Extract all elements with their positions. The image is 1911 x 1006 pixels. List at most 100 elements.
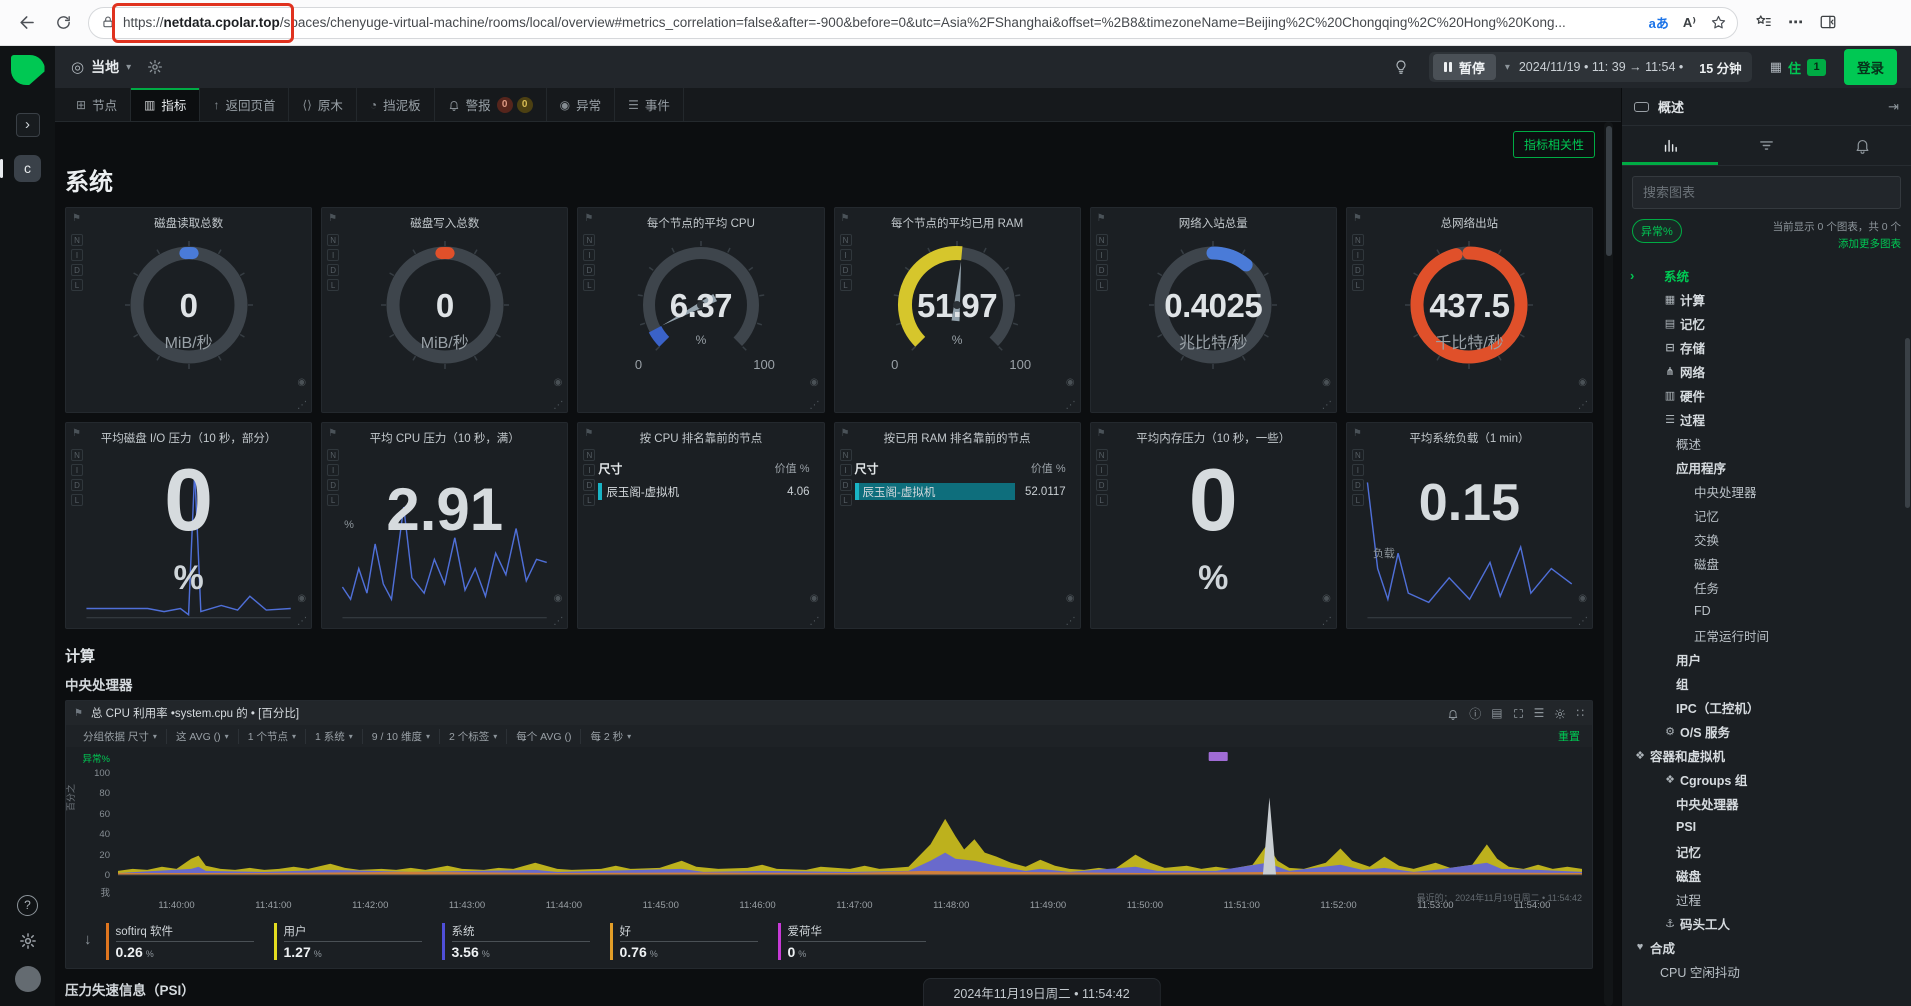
sidebar-tab-charts[interactable] bbox=[1622, 126, 1718, 165]
sidebar-collapse-icon[interactable]: ⇥ bbox=[1888, 99, 1899, 115]
card-resize-handle[interactable]: ⋰ bbox=[1322, 400, 1332, 411]
sidebar-tree-item[interactable]: 中央处理器 bbox=[1622, 791, 1911, 815]
gauge-body[interactable]: 51.97%0100 bbox=[835, 233, 1080, 391]
toolbar-chip-4[interactable]: 1 系统▾ bbox=[305, 729, 362, 744]
card-resize-handle[interactable]: ⋰ bbox=[810, 400, 820, 411]
toolbar-chip-7[interactable]: 每个 AVG () bbox=[506, 729, 580, 744]
sidebar-tree-item[interactable]: ▦计算 bbox=[1622, 287, 1911, 311]
gauge-body[interactable]: 6.37%0100 bbox=[578, 233, 823, 391]
tab-1[interactable]: ⊞节点 bbox=[63, 88, 131, 121]
gauge-body[interactable]: 0.4025兆比特/秒 bbox=[1091, 233, 1336, 391]
anomaly-marker[interactable] bbox=[1209, 752, 1228, 761]
pause-button[interactable]: 暂停 bbox=[1433, 54, 1496, 80]
sidebar-panel-icon[interactable] bbox=[1819, 13, 1837, 31]
chart-info-icon[interactable]: ⓘ bbox=[1469, 705, 1481, 722]
sidebar-tree-item[interactable]: ❖容器和虚拟机 bbox=[1622, 743, 1911, 767]
sidebar-tree-item[interactable]: ♥合成 bbox=[1622, 935, 1911, 959]
chart-data-icon[interactable]: ▤ bbox=[1491, 706, 1502, 720]
sidebar-tree-item[interactable]: PSI bbox=[1622, 815, 1911, 839]
toolbar-chip-8[interactable]: 每 2 秒▾ bbox=[580, 729, 640, 744]
cpu-area-chart[interactable] bbox=[118, 749, 1582, 899]
tab-7[interactable]: ◉异常 bbox=[547, 88, 616, 121]
toolbar-chip-5[interactable]: 9 / 10 维度▾ bbox=[362, 729, 439, 744]
read-aloud-icon[interactable]: A⁾ bbox=[1683, 15, 1696, 31]
card-resize-handle[interactable]: ⋰ bbox=[1066, 400, 1076, 411]
anomaly-filter-chip[interactable]: 异常% bbox=[1632, 219, 1682, 243]
sidebar-scrollbar-thumb[interactable] bbox=[1905, 338, 1910, 508]
toolbar-chip-1[interactable]: 分组依据 尺寸▾ bbox=[74, 729, 166, 744]
sidebar-tree-item[interactable]: ⋔网络 bbox=[1622, 359, 1911, 383]
sidebar-tree-item[interactable]: ☰过程 bbox=[1622, 407, 1911, 431]
legend-sort-arrow-icon[interactable]: ↓ bbox=[84, 931, 92, 948]
tab-3[interactable]: ↑返回页首 bbox=[200, 88, 289, 121]
metrics-correlation-button[interactable]: 指标相关性 bbox=[1513, 131, 1595, 158]
favorite-star-icon[interactable] bbox=[1710, 14, 1727, 32]
chart-search-input[interactable] bbox=[1632, 176, 1901, 209]
address-bar[interactable]: https://netdata.cpolar.top/spaces/chenyu… bbox=[88, 7, 1738, 39]
sidebar-tree-item[interactable]: ⚓码头工人 bbox=[1622, 911, 1911, 935]
user-avatar[interactable] bbox=[15, 966, 41, 992]
settings-gear-icon[interactable] bbox=[19, 932, 37, 950]
workspace-badge[interactable]: c bbox=[14, 155, 41, 182]
add-more-charts-link[interactable]: 添加更多图表 bbox=[1773, 236, 1901, 251]
live-nodes-indicator[interactable]: ▦ 住 1 bbox=[1770, 58, 1826, 77]
sidebar-tree-item[interactable]: 中央处理器 bbox=[1622, 479, 1911, 503]
card-resize-handle[interactable]: ⋰ bbox=[1578, 400, 1588, 411]
sidebar-tree-item[interactable]: FD bbox=[1622, 599, 1911, 623]
tab-2[interactable]: ▥指标 bbox=[131, 88, 200, 121]
chart-type-icon[interactable]: ☰ bbox=[1534, 706, 1545, 720]
sidebar-tree-item[interactable]: 概述 bbox=[1622, 431, 1911, 455]
sidebar-tree-item[interactable]: ❖Cgroups 组 bbox=[1622, 767, 1911, 791]
card-resize-handle[interactable]: ⋰ bbox=[553, 400, 563, 411]
toolbar-chip-3[interactable]: 1 个节点▾ bbox=[238, 729, 305, 744]
card-resize-handle[interactable]: ⋰ bbox=[297, 400, 307, 411]
legend-item[interactable]: 好0.76% bbox=[610, 923, 758, 960]
sidebar-tree-item[interactable]: 应用程序 bbox=[1622, 455, 1911, 479]
sidebar-tab-alerts[interactable] bbox=[1815, 126, 1911, 165]
tab-5[interactable]: ◔挡泥板 bbox=[357, 88, 435, 121]
sidebar-tree-item[interactable]: CPU 空闲抖动 bbox=[1622, 959, 1911, 983]
time-range-picker[interactable]: 暂停 ▾ 2024/11/19 • 11: 39 → 11:54 • 15 分钟 bbox=[1429, 52, 1751, 82]
translate-icon[interactable]: aあ bbox=[1649, 13, 1669, 32]
chart-settings-gear-icon[interactable] bbox=[1554, 706, 1566, 720]
rail-expand-button[interactable]: › bbox=[16, 113, 40, 137]
main-scrollbar-thumb[interactable] bbox=[1606, 126, 1612, 256]
tab-6[interactable]: 警报00 bbox=[435, 88, 547, 121]
news-bulb-icon[interactable] bbox=[1393, 58, 1409, 76]
sidebar-tree-item[interactable]: ▤记忆 bbox=[1622, 311, 1911, 335]
room-settings-gear-icon[interactable] bbox=[147, 58, 163, 76]
card-resize-handle[interactable]: ⋰ bbox=[1322, 616, 1332, 627]
gauge-body[interactable]: 0MiB/秒 bbox=[66, 233, 311, 391]
refresh-icon[interactable] bbox=[55, 14, 72, 32]
sidebar-tree-item[interactable]: ⚙O/S 服务 bbox=[1622, 719, 1911, 743]
sidebar-tree-item[interactable]: 磁盘 bbox=[1622, 551, 1911, 575]
chart-plot-area[interactable] bbox=[118, 749, 1582, 899]
legend-item[interactable]: 系统3.56% bbox=[442, 923, 590, 960]
rank-row[interactable]: 辰玉阁-虚拟机52.0117 bbox=[855, 483, 1066, 500]
legend-item[interactable]: 爱荷华0% bbox=[778, 923, 926, 960]
chart-reset-button[interactable]: 重置 bbox=[1558, 728, 1580, 744]
chart-alerts-bell-icon[interactable] bbox=[1447, 706, 1459, 720]
sidebar-tree-item[interactable]: 用户 bbox=[1622, 647, 1911, 671]
room-selector[interactable]: ◎ 当地 ▾ bbox=[71, 57, 131, 77]
tab-8[interactable]: ☰事件 bbox=[615, 88, 684, 121]
help-icon[interactable]: ? bbox=[17, 895, 38, 916]
toolbar-chip-6[interactable]: 2 个标签▾ bbox=[439, 729, 506, 744]
sidebar-tree-item[interactable]: 记忆 bbox=[1622, 839, 1911, 863]
sidebar-tab-filters[interactable] bbox=[1718, 126, 1814, 165]
sidebar-tree-item[interactable]: ▥硬件 bbox=[1622, 383, 1911, 407]
legend-item[interactable]: 用户1.27% bbox=[274, 923, 422, 960]
chart-expand-icon[interactable] bbox=[1513, 706, 1524, 720]
rank-row[interactable]: 辰玉阁-虚拟机4.06 bbox=[598, 483, 809, 500]
sidebar-tree-item[interactable]: 交换 bbox=[1622, 527, 1911, 551]
sidebar-tree-item[interactable]: 组 bbox=[1622, 671, 1911, 695]
collections-icon[interactable] bbox=[1754, 13, 1772, 31]
browser-menu-icon[interactable]: ⋯ bbox=[1788, 13, 1803, 31]
card-resize-handle[interactable]: ⋰ bbox=[810, 616, 820, 627]
sidebar-tree-item[interactable]: IPC（工控机） bbox=[1622, 695, 1911, 719]
gauge-body[interactable]: 0MiB/秒 bbox=[322, 233, 567, 391]
tab-4[interactable]: ⟨⟩原木 bbox=[289, 88, 356, 121]
toolbar-chip-2[interactable]: 这 AVG ()▾ bbox=[166, 729, 238, 744]
sidebar-tree-item[interactable]: ⊟存储 bbox=[1622, 335, 1911, 359]
sidebar-tree-item[interactable]: 记忆 bbox=[1622, 503, 1911, 527]
